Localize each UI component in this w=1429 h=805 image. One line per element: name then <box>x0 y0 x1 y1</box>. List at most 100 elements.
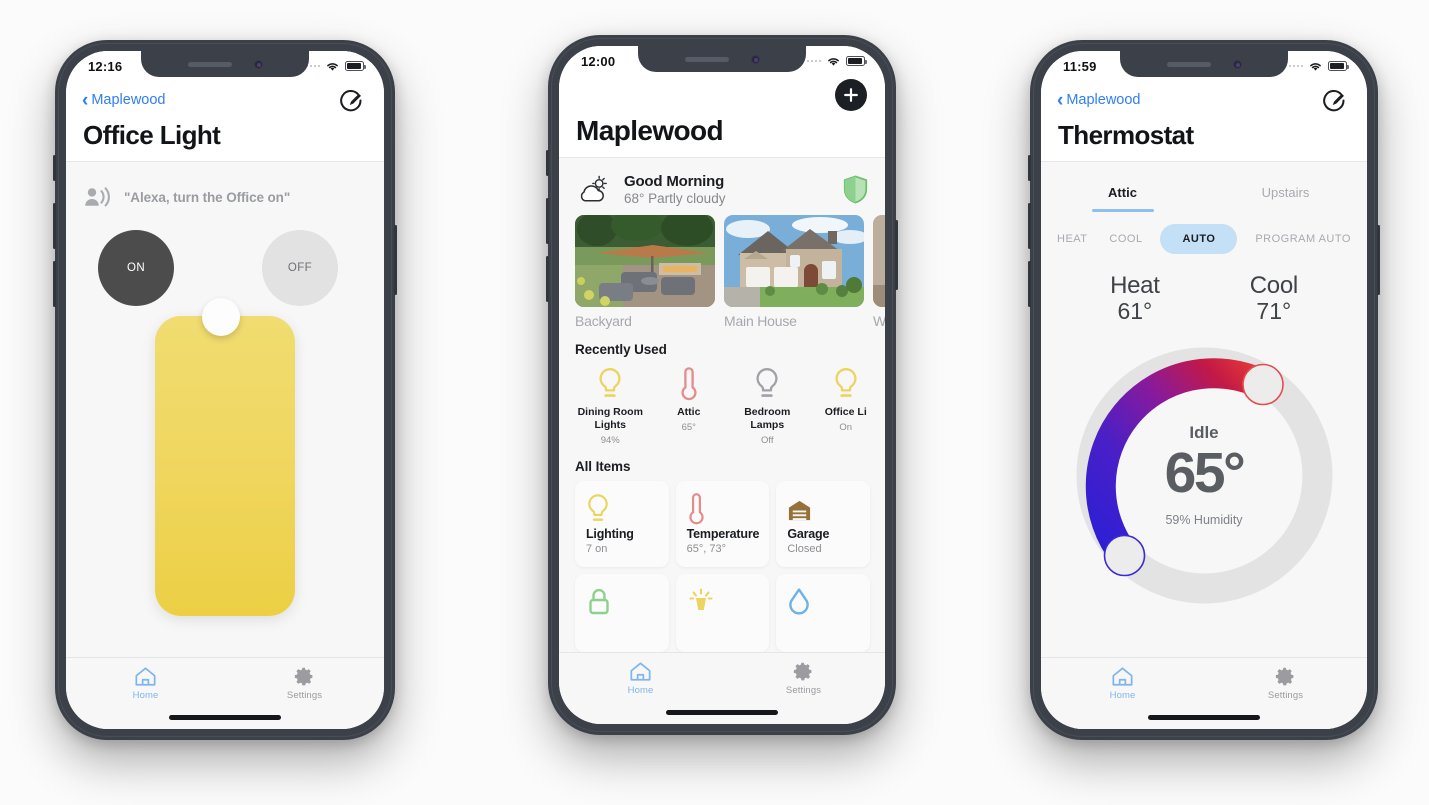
list-item[interactable]: Bedroom Lamps Off <box>728 364 807 446</box>
status-clock: 12:00 <box>581 53 616 69</box>
home-indicator[interactable] <box>666 710 778 715</box>
tab-home[interactable]: Home <box>1041 666 1204 701</box>
chevron-left-icon: ‹ <box>1057 89 1064 111</box>
setpoint-cool-value: 71° <box>1256 297 1292 324</box>
thermometer-icon <box>679 364 699 404</box>
item-card-garage[interactable]: Garage Closed <box>776 481 870 568</box>
tab-settings[interactable]: Settings <box>225 666 384 701</box>
volume-down-button[interactable] <box>546 256 549 302</box>
mute-switch[interactable] <box>53 155 56 181</box>
mode-program-auto[interactable]: PROGRAM AUTO <box>1251 227 1355 251</box>
add-accessory-button[interactable] <box>835 79 867 111</box>
garage-icon <box>787 491 860 527</box>
active-tab-underline <box>1091 209 1154 212</box>
light-control-body: "Alexa, turn the Office on" ON OFF <box>66 175 384 657</box>
item-card-temperature[interactable]: Temperature 65°, 73° <box>675 481 770 568</box>
main-house-exterior-photo <box>724 215 864 307</box>
appbar-divider <box>66 161 384 162</box>
list-item[interactable]: Office Li On <box>807 364 886 446</box>
back-to-maplewood-link[interactable]: ‹ Maplewood <box>1057 91 1141 110</box>
volume-up-button[interactable] <box>1028 203 1031 249</box>
appbar-divider <box>1041 161 1367 162</box>
back-to-maplewood-link[interactable]: ‹ Maplewood <box>82 91 166 110</box>
list-item[interactable]: Dining Room Lights 94% <box>571 364 650 446</box>
power-button[interactable] <box>895 220 898 290</box>
tab-home-label: Home <box>132 690 159 701</box>
volume-up-button[interactable] <box>546 198 549 244</box>
list-item-label: Attic <box>677 406 701 418</box>
setpoint-cool[interactable]: Cool 71° <box>1250 272 1298 325</box>
brightness-slider-handle[interactable] <box>202 298 240 336</box>
brightness-slider-track[interactable] <box>155 316 295 616</box>
heat-handle[interactable] <box>1103 534 1145 576</box>
home-indicator[interactable] <box>169 715 281 720</box>
front-camera <box>750 54 760 64</box>
thermostat-body: Attic Upstairs HEAT COOL AUTO PROGRAM AU… <box>1041 175 1367 657</box>
mode-cool[interactable]: COOL <box>1105 227 1146 251</box>
mode-auto[interactable]: AUTO <box>1160 223 1238 254</box>
tab-zone-attic[interactable]: Attic <box>1041 185 1204 212</box>
temperature-dial[interactable]: Idle 65° 59% Humidity <box>1067 338 1342 613</box>
tab-home[interactable]: Home <box>66 666 225 701</box>
power-button[interactable] <box>1377 225 1380 295</box>
mode-heat[interactable]: HEAT <box>1053 227 1092 251</box>
setpoint-heat[interactable]: Heat 61° <box>1110 272 1160 325</box>
tab-settings[interactable]: Settings <box>722 661 885 696</box>
tab-home[interactable]: Home <box>559 661 722 696</box>
weather-conditions: 68° Partly cloudy <box>624 191 726 206</box>
setpoint-heat-value: 61° <box>1117 297 1153 324</box>
edit-pencil-circle-icon[interactable] <box>337 86 366 115</box>
volume-up-button[interactable] <box>53 203 56 249</box>
mute-switch[interactable] <box>546 150 549 176</box>
sconce-light-icon <box>687 584 760 620</box>
tab-zone-upstairs[interactable]: Upstairs <box>1204 185 1367 212</box>
chevron-left-icon: ‹ <box>82 89 89 111</box>
shield-icon[interactable] <box>843 175 868 204</box>
home-icon <box>630 662 651 681</box>
room-card[interactable]: Main House <box>724 215 864 329</box>
backyard-patio-photo <box>575 215 715 307</box>
turn-off-button[interactable]: OFF <box>262 230 338 306</box>
item-status: Closed <box>787 543 822 556</box>
item-card-water[interactable] <box>776 574 870 652</box>
volume-down-button[interactable] <box>1028 261 1031 307</box>
item-card-locks[interactable] <box>575 574 669 652</box>
list-item-value: On <box>839 422 853 434</box>
tab-home-label: Home <box>1109 690 1136 701</box>
lock-icon <box>586 584 659 620</box>
home-indicator[interactable] <box>1148 715 1260 720</box>
room-card[interactable]: W <box>873 215 885 329</box>
signal-dots-icon <box>1288 64 1303 68</box>
cool-handle[interactable] <box>1241 363 1284 405</box>
room-name: Main House <box>724 313 797 329</box>
zone-label: Attic <box>1108 185 1137 200</box>
room-card[interactable]: Backyard <box>575 215 715 329</box>
gear-icon <box>294 667 313 686</box>
tab-settings[interactable]: Settings <box>1204 666 1367 701</box>
tab-home-label: Home <box>627 685 654 696</box>
list-item-label: Office Li <box>824 406 867 418</box>
brightness-slider[interactable] <box>155 298 295 616</box>
page-title: Maplewood <box>576 115 724 146</box>
device-notch <box>638 46 806 72</box>
edit-pencil-circle-icon[interactable] <box>1320 86 1349 115</box>
screen-thermostat: 11:59 ‹ Maplewood Thermostat Attic Upsta… <box>1041 51 1367 729</box>
on-off-buttons: ON OFF <box>66 208 384 306</box>
battery-icon <box>846 56 867 66</box>
bulb-icon <box>586 491 659 527</box>
device-notch <box>141 51 309 77</box>
earpiece-speaker <box>684 56 729 62</box>
gear-icon <box>1275 667 1294 686</box>
volume-down-button[interactable] <box>53 261 56 307</box>
mute-switch[interactable] <box>1028 155 1031 181</box>
setpoints-row: Heat 61° Cool 71° <box>1041 254 1367 325</box>
item-card-lighting[interactable]: Lighting 7 on <box>575 481 669 568</box>
rooms-carousel[interactable]: Backyard Main House W <box>559 206 885 329</box>
list-item[interactable]: Attic 65° <box>650 364 729 446</box>
sun-behind-cloud-icon <box>580 175 607 202</box>
power-button[interactable] <box>394 225 397 295</box>
item-card-sconce[interactable] <box>675 574 770 652</box>
turn-on-button[interactable]: ON <box>98 230 174 306</box>
dial-svg[interactable] <box>1067 338 1342 613</box>
zone-tabs: Attic Upstairs <box>1041 175 1367 212</box>
